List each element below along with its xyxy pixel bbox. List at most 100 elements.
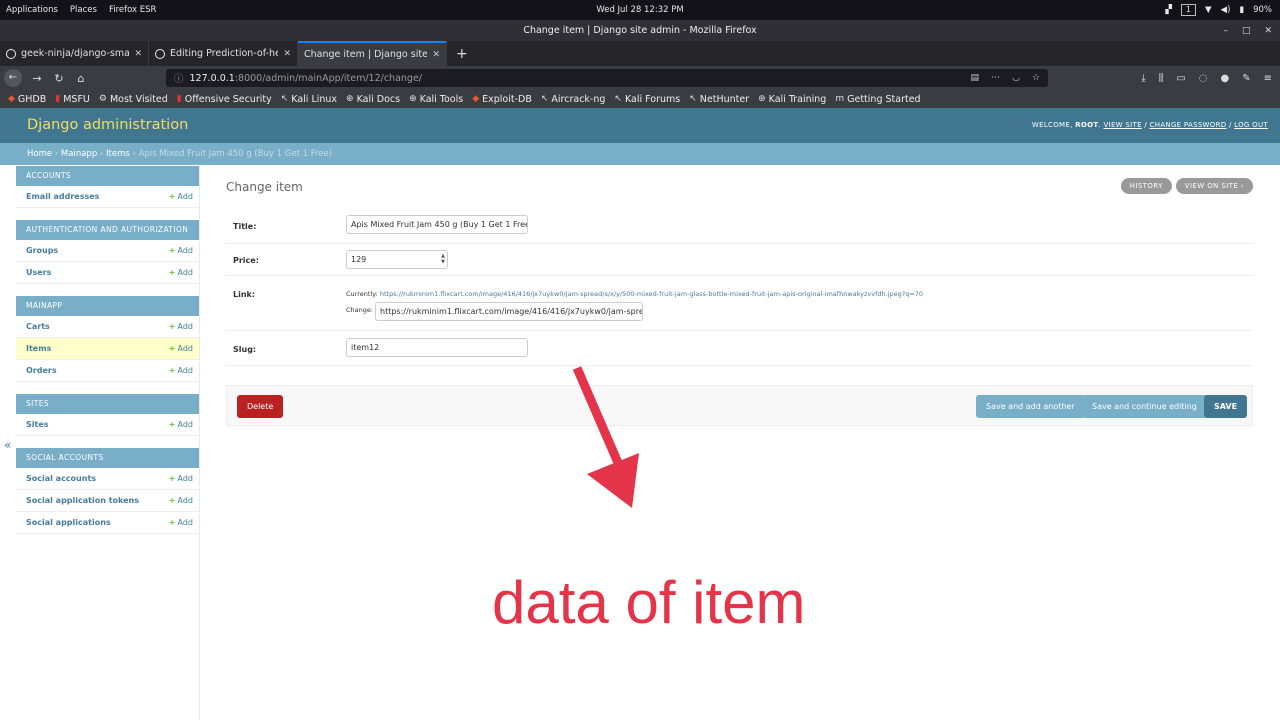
minimize-icon[interactable]: – <box>1223 26 1228 36</box>
github-icon <box>155 48 165 59</box>
add-link[interactable]: + Add <box>169 192 193 201</box>
sidebar-icon[interactable]: ▭ <box>1176 73 1185 84</box>
view-on-site-button[interactable]: VIEW ON SITE › <box>1175 178 1253 194</box>
back-arrow-icon[interactable]: ← <box>4 69 22 87</box>
module-caption[interactable]: ACCOUNTS <box>16 166 199 186</box>
tab-github-editing[interactable]: Editing Prediction-of-he ✕ <box>149 41 298 66</box>
add-link[interactable]: + Add <box>169 420 193 429</box>
bookmark-exploit-db[interactable]: ◆ Exploit-DB <box>472 94 532 105</box>
bookmarks-toolbar: ◆ GHDB ▮ MSFU ⚙ Most Visited ▮ Offensive Sec… <box>0 90 1280 108</box>
home-icon[interactable]: ⌂ <box>70 72 92 85</box>
price-stepper-icon[interactable]: ▲ ▼ <box>441 253 445 265</box>
module-sites: SITES Sites + Add <box>16 394 199 436</box>
history-button[interactable]: HISTORY <box>1120 178 1172 194</box>
save-and-continue-button[interactable]: Save and continue editing <box>1082 395 1207 418</box>
module-caption[interactable]: MAINAPP <box>16 296 199 316</box>
pen-icon[interactable]: ✎ <box>1242 73 1250 84</box>
sidebar-item-users: Users + Add <box>16 262 199 284</box>
sidebar-item-social-applications: Social applications + Add <box>16 512 199 534</box>
network-applet-icon[interactable]: ▞ <box>1165 5 1172 15</box>
sync-icon[interactable]: ◌ <box>1199 73 1208 84</box>
bookmark-kali-tools[interactable]: ⊕ Kali Tools <box>409 94 463 105</box>
bookmark-most-visited[interactable]: ⚙ Most Visited <box>99 94 168 105</box>
url-bar[interactable]: ⓘ 127.0.0.1 :8000/admin/mainApp/item/12/… <box>166 69 1048 87</box>
bookmark-msfu[interactable]: ▮ MSFU <box>55 94 90 105</box>
title-field[interactable]: Apis Mixed Fruit Jam 450 g (Buy 1 Get 1 … <box>346 215 528 234</box>
view-site-link[interactable]: VIEW SITE <box>1104 121 1142 129</box>
add-link[interactable]: + Add <box>169 518 193 527</box>
places-menu[interactable]: Places <box>70 5 97 15</box>
bookmark-kali-forums[interactable]: ↖ Kali Forums <box>614 94 680 105</box>
delete-button[interactable]: Delete <box>237 395 284 418</box>
module-caption[interactable]: SITES <box>16 394 199 414</box>
module-social-accounts: SOCIAL ACCOUNTS Social accounts + Add Soc… <box>16 448 199 534</box>
tab-django-admin[interactable]: Change item | Django site ad ✕ <box>298 41 447 66</box>
bookmark-kali-training[interactable]: ⊕ Kali Training <box>758 94 826 105</box>
link-currently: Currently: https://rukminim1.flixcart.co… <box>346 290 924 298</box>
library-icon[interactable]: ⫼ <box>1159 73 1164 84</box>
add-link[interactable]: + Add <box>169 344 193 353</box>
change-password-link[interactable]: CHANGE PASSWORD <box>1150 121 1227 129</box>
forward-arrow-icon[interactable]: → <box>26 72 48 85</box>
save-button[interactable]: SAVE <box>1204 395 1248 418</box>
sidebar-collapse-toggle[interactable]: « <box>4 438 11 452</box>
add-link[interactable]: + Add <box>169 268 193 277</box>
extension-icon[interactable]: ● <box>1220 73 1229 84</box>
reload-icon[interactable]: ↻ <box>48 72 70 85</box>
close-window-icon[interactable]: ✕ <box>1264 26 1272 36</box>
breadcrumb-home[interactable]: Home <box>27 149 52 159</box>
applications-menu[interactable]: Applications <box>6 5 58 15</box>
slug-field[interactable]: item12 <box>346 338 528 357</box>
hamburger-menu-icon[interactable]: ≡ <box>1264 73 1272 84</box>
add-link[interactable]: + Add <box>169 366 193 375</box>
maximize-icon[interactable]: □ <box>1242 26 1251 36</box>
username: ROOT <box>1075 121 1099 129</box>
pocket-icon[interactable]: ◡ <box>1012 73 1020 83</box>
github-icon <box>6 48 16 59</box>
module-mainapp: MAINAPP Carts + Add Items + Add Orders + Ad… <box>16 296 199 382</box>
wifi-icon[interactable]: ▼ <box>1205 5 1212 15</box>
volume-icon[interactable]: ◀) <box>1221 5 1231 15</box>
close-tab-icon[interactable]: ✕ <box>432 50 440 60</box>
firefox-app-menu[interactable]: Firefox ESR <box>109 5 157 15</box>
module-caption[interactable]: AUTHENTICATION AND AUTHORIZATION <box>16 220 199 240</box>
add-link[interactable]: + Add <box>169 322 193 331</box>
battery-icon[interactable]: ▮ <box>1239 5 1244 15</box>
nav-sidebar: ACCOUNTS Email addresses + Add AUTHENTICA… <box>16 166 200 720</box>
bookmark-nethunter[interactable]: ↖ NetHunter <box>689 94 749 105</box>
bookmark-star-icon[interactable]: ☆ <box>1032 73 1040 83</box>
close-tab-icon[interactable]: ✕ <box>283 49 291 59</box>
reader-view-icon[interactable]: ▤ <box>971 73 980 83</box>
bookmark-kali-linux[interactable]: ↖ Kali Linux <box>281 94 337 105</box>
bookmark-ghdb[interactable]: ◆ GHDB <box>8 94 46 105</box>
bookmark-aircrack[interactable]: ↖ Aircrack-ng <box>541 94 606 105</box>
save-and-add-another-button[interactable]: Save and add another <box>976 395 1085 418</box>
add-link[interactable]: + Add <box>169 496 193 505</box>
link-change-label: Change: <box>346 306 374 314</box>
tab-github-django[interactable]: geek-ninja/django-smar ✕ <box>0 41 149 66</box>
info-icon[interactable]: ⓘ <box>174 71 184 85</box>
add-link[interactable]: + Add <box>169 474 193 483</box>
module-auth: AUTHENTICATION AND AUTHORIZATION Groups … <box>16 220 199 284</box>
globe-icon: ⊕ <box>758 94 766 104</box>
tab-title: Change item | Django site ad <box>304 49 428 60</box>
downloads-icon[interactable]: ⤓ <box>1141 73 1145 84</box>
page-actions-icon[interactable]: ⋯ <box>991 73 1000 83</box>
module-caption[interactable]: SOCIAL ACCOUNTS <box>16 448 199 468</box>
bookmark-getting-started[interactable]: m Getting Started <box>835 94 920 105</box>
workspace-indicator[interactable]: 1 <box>1180 4 1196 16</box>
price-field[interactable]: 129 ▲ ▼ <box>346 250 448 269</box>
log-out-link[interactable]: LOG OUT <box>1234 121 1268 129</box>
site-branding[interactable]: Django administration <box>27 117 188 133</box>
link-change-field[interactable]: https://rukminim1.flixcart.com/image/416… <box>375 302 643 321</box>
globe-icon: ⊕ <box>409 94 417 104</box>
close-tab-icon[interactable]: ✕ <box>134 49 142 59</box>
link-currently-url[interactable]: https://rukminim1.flixcart.com/image/416… <box>380 290 923 298</box>
new-tab-button[interactable]: + <box>447 41 477 66</box>
breadcrumb-app[interactable]: Mainapp <box>61 149 97 159</box>
bookmark-kali-docs[interactable]: ⊕ Kali Docs <box>346 94 400 105</box>
breadcrumb-model[interactable]: Items <box>106 149 130 159</box>
bookmark-offensive-security[interactable]: ▮ Offensive Security <box>177 94 272 105</box>
add-link[interactable]: + Add <box>169 246 193 255</box>
clock[interactable]: Wed Jul 28 12:32 PM <box>0 5 1280 15</box>
